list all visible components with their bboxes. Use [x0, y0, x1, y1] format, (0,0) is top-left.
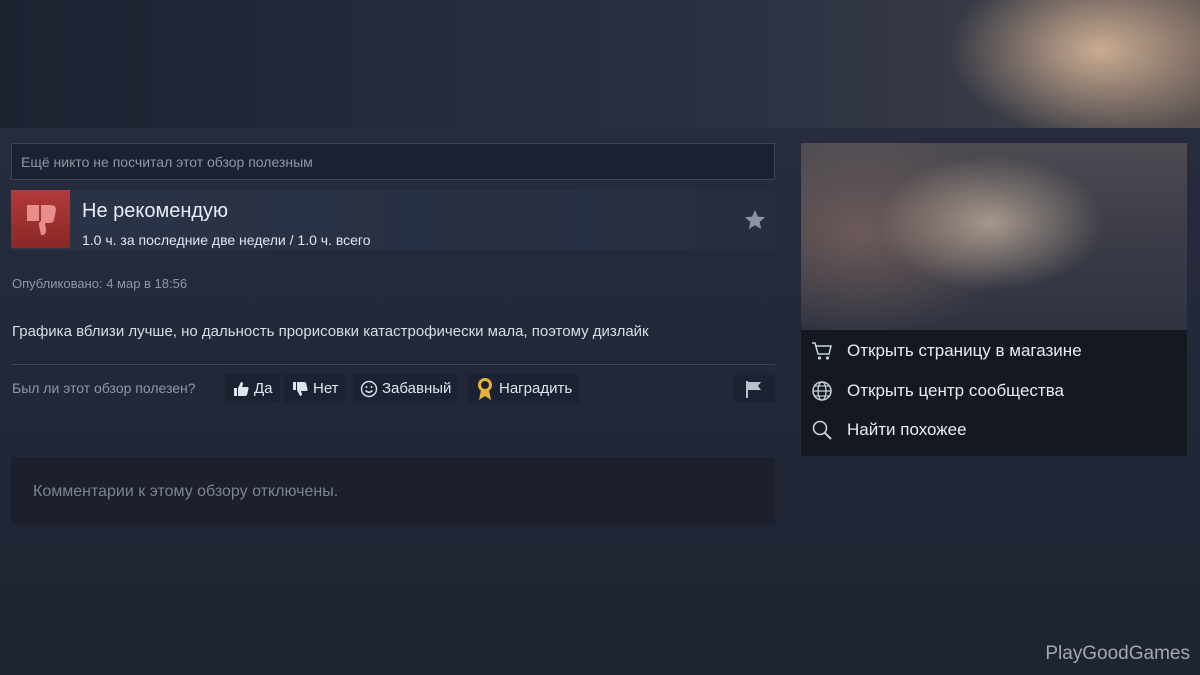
- cart-icon: [812, 342, 832, 360]
- helpful-count-bar: Ещё никто не посчитал этот обзор полезны…: [11, 143, 775, 180]
- sidebar-link-community-label: Открыть центр сообщества: [847, 381, 1065, 400]
- vote-no-button[interactable]: Нет: [284, 374, 346, 403]
- thumbs-down-badge[interactable]: [11, 190, 70, 248]
- sidebar-link-community[interactable]: Открыть центр сообщества: [811, 377, 1181, 405]
- flag-icon: [746, 380, 761, 398]
- review-verdict: Не рекомендую: [82, 200, 229, 222]
- playtime-hours: 1.0 ч. за последние две недели / 1.0 ч. …: [82, 232, 371, 248]
- vote-funny-label: Забавный: [382, 380, 452, 397]
- sidebar-link-similar-label: Найти похожее: [847, 420, 967, 439]
- hero-banner-glow: [930, 0, 1200, 128]
- award-ribbon-icon: [478, 377, 492, 400]
- sidebar-link-store[interactable]: Открыть страницу в магазине: [811, 337, 1181, 365]
- vote-no-label: Нет: [313, 380, 339, 397]
- award-button[interactable]: Наградить: [468, 374, 580, 403]
- smiley-icon: [360, 380, 378, 397]
- star-icon[interactable]: [743, 208, 767, 232]
- vote-funny-button[interactable]: Забавный: [353, 374, 459, 403]
- sidebar-link-similar[interactable]: Найти похожее: [811, 416, 1181, 444]
- vote-yes-label: Да: [254, 380, 273, 397]
- vote-question: Был ли этот обзор полезен?: [12, 380, 196, 396]
- vote-yes-button[interactable]: Да: [225, 374, 280, 403]
- search-icon: [812, 420, 832, 440]
- sidebar-links-panel: Открыть страницу в магазине Открыть цент…: [801, 330, 1187, 456]
- thumbs-down-small-icon: [293, 381, 308, 396]
- comments-disabled-box: Комментарии к этому обзору отключены.: [11, 457, 775, 525]
- review-text: Графика вблизи лучше, но дальность прори…: [12, 323, 649, 340]
- sidebar-link-store-label: Открыть страницу в магазине: [847, 341, 1082, 360]
- divider: [12, 364, 775, 365]
- globe-icon: [812, 381, 832, 401]
- thumbs-up-icon: [234, 381, 249, 396]
- report-flag-button[interactable]: [733, 375, 775, 402]
- review-header: Не рекомендую 1.0 ч. за последние две не…: [11, 190, 775, 250]
- watermark: PlayGoodGames: [1045, 643, 1190, 664]
- game-capsule-image[interactable]: [801, 143, 1187, 330]
- thumbs-down-icon: [26, 205, 56, 235]
- posted-date: Опубликовано: 4 мар в 18:56: [12, 276, 188, 291]
- award-label: Наградить: [499, 380, 573, 397]
